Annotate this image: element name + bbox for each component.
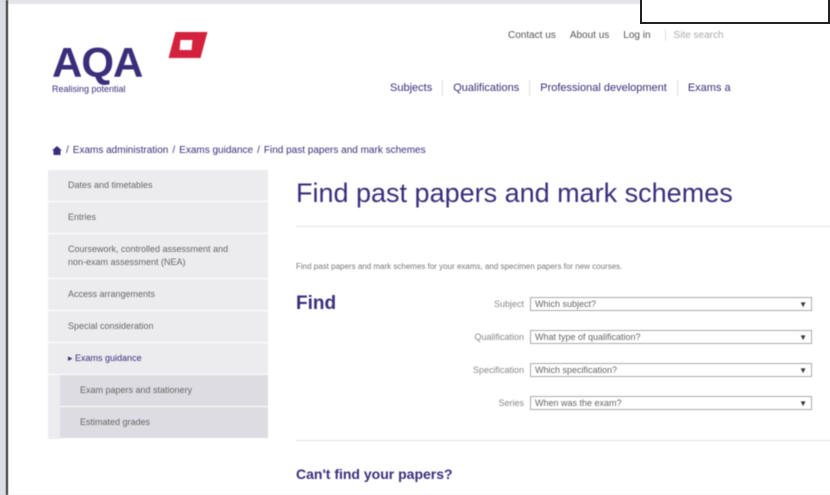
chevron-right-icon: ▸	[68, 353, 76, 363]
find-heading: Find	[296, 293, 337, 314]
sidebar-item-entries[interactable]: Entries	[48, 202, 268, 234]
dropdown-arrow-icon: ▼	[799, 365, 807, 375]
page-intro: Find past papers and mark schemes for yo…	[296, 262, 623, 271]
breadcrumb-separator: /	[257, 145, 260, 156]
nav-subjects[interactable]: Subjects	[380, 80, 442, 96]
filter-label: Qualification	[474, 332, 524, 342]
subject-select[interactable]: Which subject? ▼	[530, 297, 812, 311]
logo-flag-icon	[168, 32, 208, 58]
nav-qualifications[interactable]: Qualifications	[442, 80, 529, 96]
sidebar-item-special-consideration[interactable]: Special consideration	[48, 311, 268, 343]
sidebar-item-dates[interactable]: Dates and timetables	[48, 170, 268, 202]
aqa-logo[interactable]: AQA Realising potential	[52, 32, 208, 94]
filter-label: Specification	[472, 365, 524, 375]
nav-professional-development[interactable]: Professional development	[529, 80, 677, 96]
select-value: When was the exam?	[535, 398, 622, 408]
top-edge	[8, 0, 648, 4]
breadcrumb: / Exams administration / Exams guidance …	[52, 145, 426, 156]
filter-row-series: Series When was the exam? ▼	[338, 396, 812, 410]
dropdown-arrow-icon: ▼	[799, 398, 807, 408]
specification-select[interactable]: Which specification? ▼	[530, 363, 812, 377]
series-select[interactable]: When was the exam? ▼	[530, 396, 812, 410]
filter-label: Series	[498, 398, 524, 408]
divider	[296, 226, 830, 227]
sidebar-item-label: Exams guidance	[75, 353, 142, 363]
dropdown-arrow-icon: ▼	[799, 332, 807, 342]
select-value: Which specification?	[535, 365, 618, 375]
qualification-select[interactable]: What type of qualification? ▼	[530, 330, 812, 344]
overlay-box	[640, 0, 830, 24]
cant-find-heading[interactable]: Can't find your papers?	[296, 466, 453, 482]
logo-wordmark: AQA	[52, 39, 143, 86]
main-nav: Subjects Qualifications Professional dev…	[380, 80, 741, 96]
about-us-link[interactable]: About us	[570, 30, 609, 41]
filter-row-specification: Specification Which specification? ▼	[338, 363, 812, 377]
sidebar-item-coursework[interactable]: Coursework, controlled assessment and no…	[48, 234, 268, 279]
select-value: Which subject?	[535, 299, 597, 309]
select-value: What type of qualification?	[535, 332, 641, 342]
contact-us-link[interactable]: Contact us	[508, 30, 556, 41]
filter-label: Subject	[493, 299, 524, 309]
browser-viewport: AQA Realising potential Contact us About…	[6, 0, 830, 495]
utility-nav: Contact us About us Log in Site search	[508, 30, 724, 41]
sidebar-subitem-estimated-grades[interactable]: Estimated grades	[60, 407, 268, 439]
filter-row-qualification: Qualification What type of qualification…	[338, 330, 812, 344]
sidebar-item-access[interactable]: Access arrangements	[48, 279, 268, 311]
home-icon[interactable]	[52, 146, 62, 155]
filter-row-subject: Subject Which subject? ▼	[338, 297, 812, 311]
dropdown-arrow-icon: ▼	[799, 299, 807, 309]
breadcrumb-exams-administration[interactable]: Exams administration	[73, 145, 169, 156]
sidebar-nav: Dates and timetables Entries Coursework,…	[48, 170, 268, 439]
breadcrumb-current: Find past papers and mark schemes	[263, 145, 426, 156]
page-title: Find past papers and mark schemes	[296, 178, 733, 208]
breadcrumb-separator: /	[66, 145, 69, 156]
sidebar-subitem-exam-papers[interactable]: Exam papers and stationery	[60, 375, 268, 407]
sidebar-item-exams-guidance[interactable]: ▸ Exams guidance	[48, 343, 268, 375]
nav-exams-admin[interactable]: Exams a	[676, 80, 741, 96]
breadcrumb-separator: /	[172, 145, 176, 156]
divider	[296, 440, 830, 441]
site-search-input[interactable]: Site search	[664, 30, 724, 41]
log-in-link[interactable]: Log in	[623, 30, 650, 41]
breadcrumb-exams-guidance[interactable]: Exams guidance	[179, 145, 253, 156]
